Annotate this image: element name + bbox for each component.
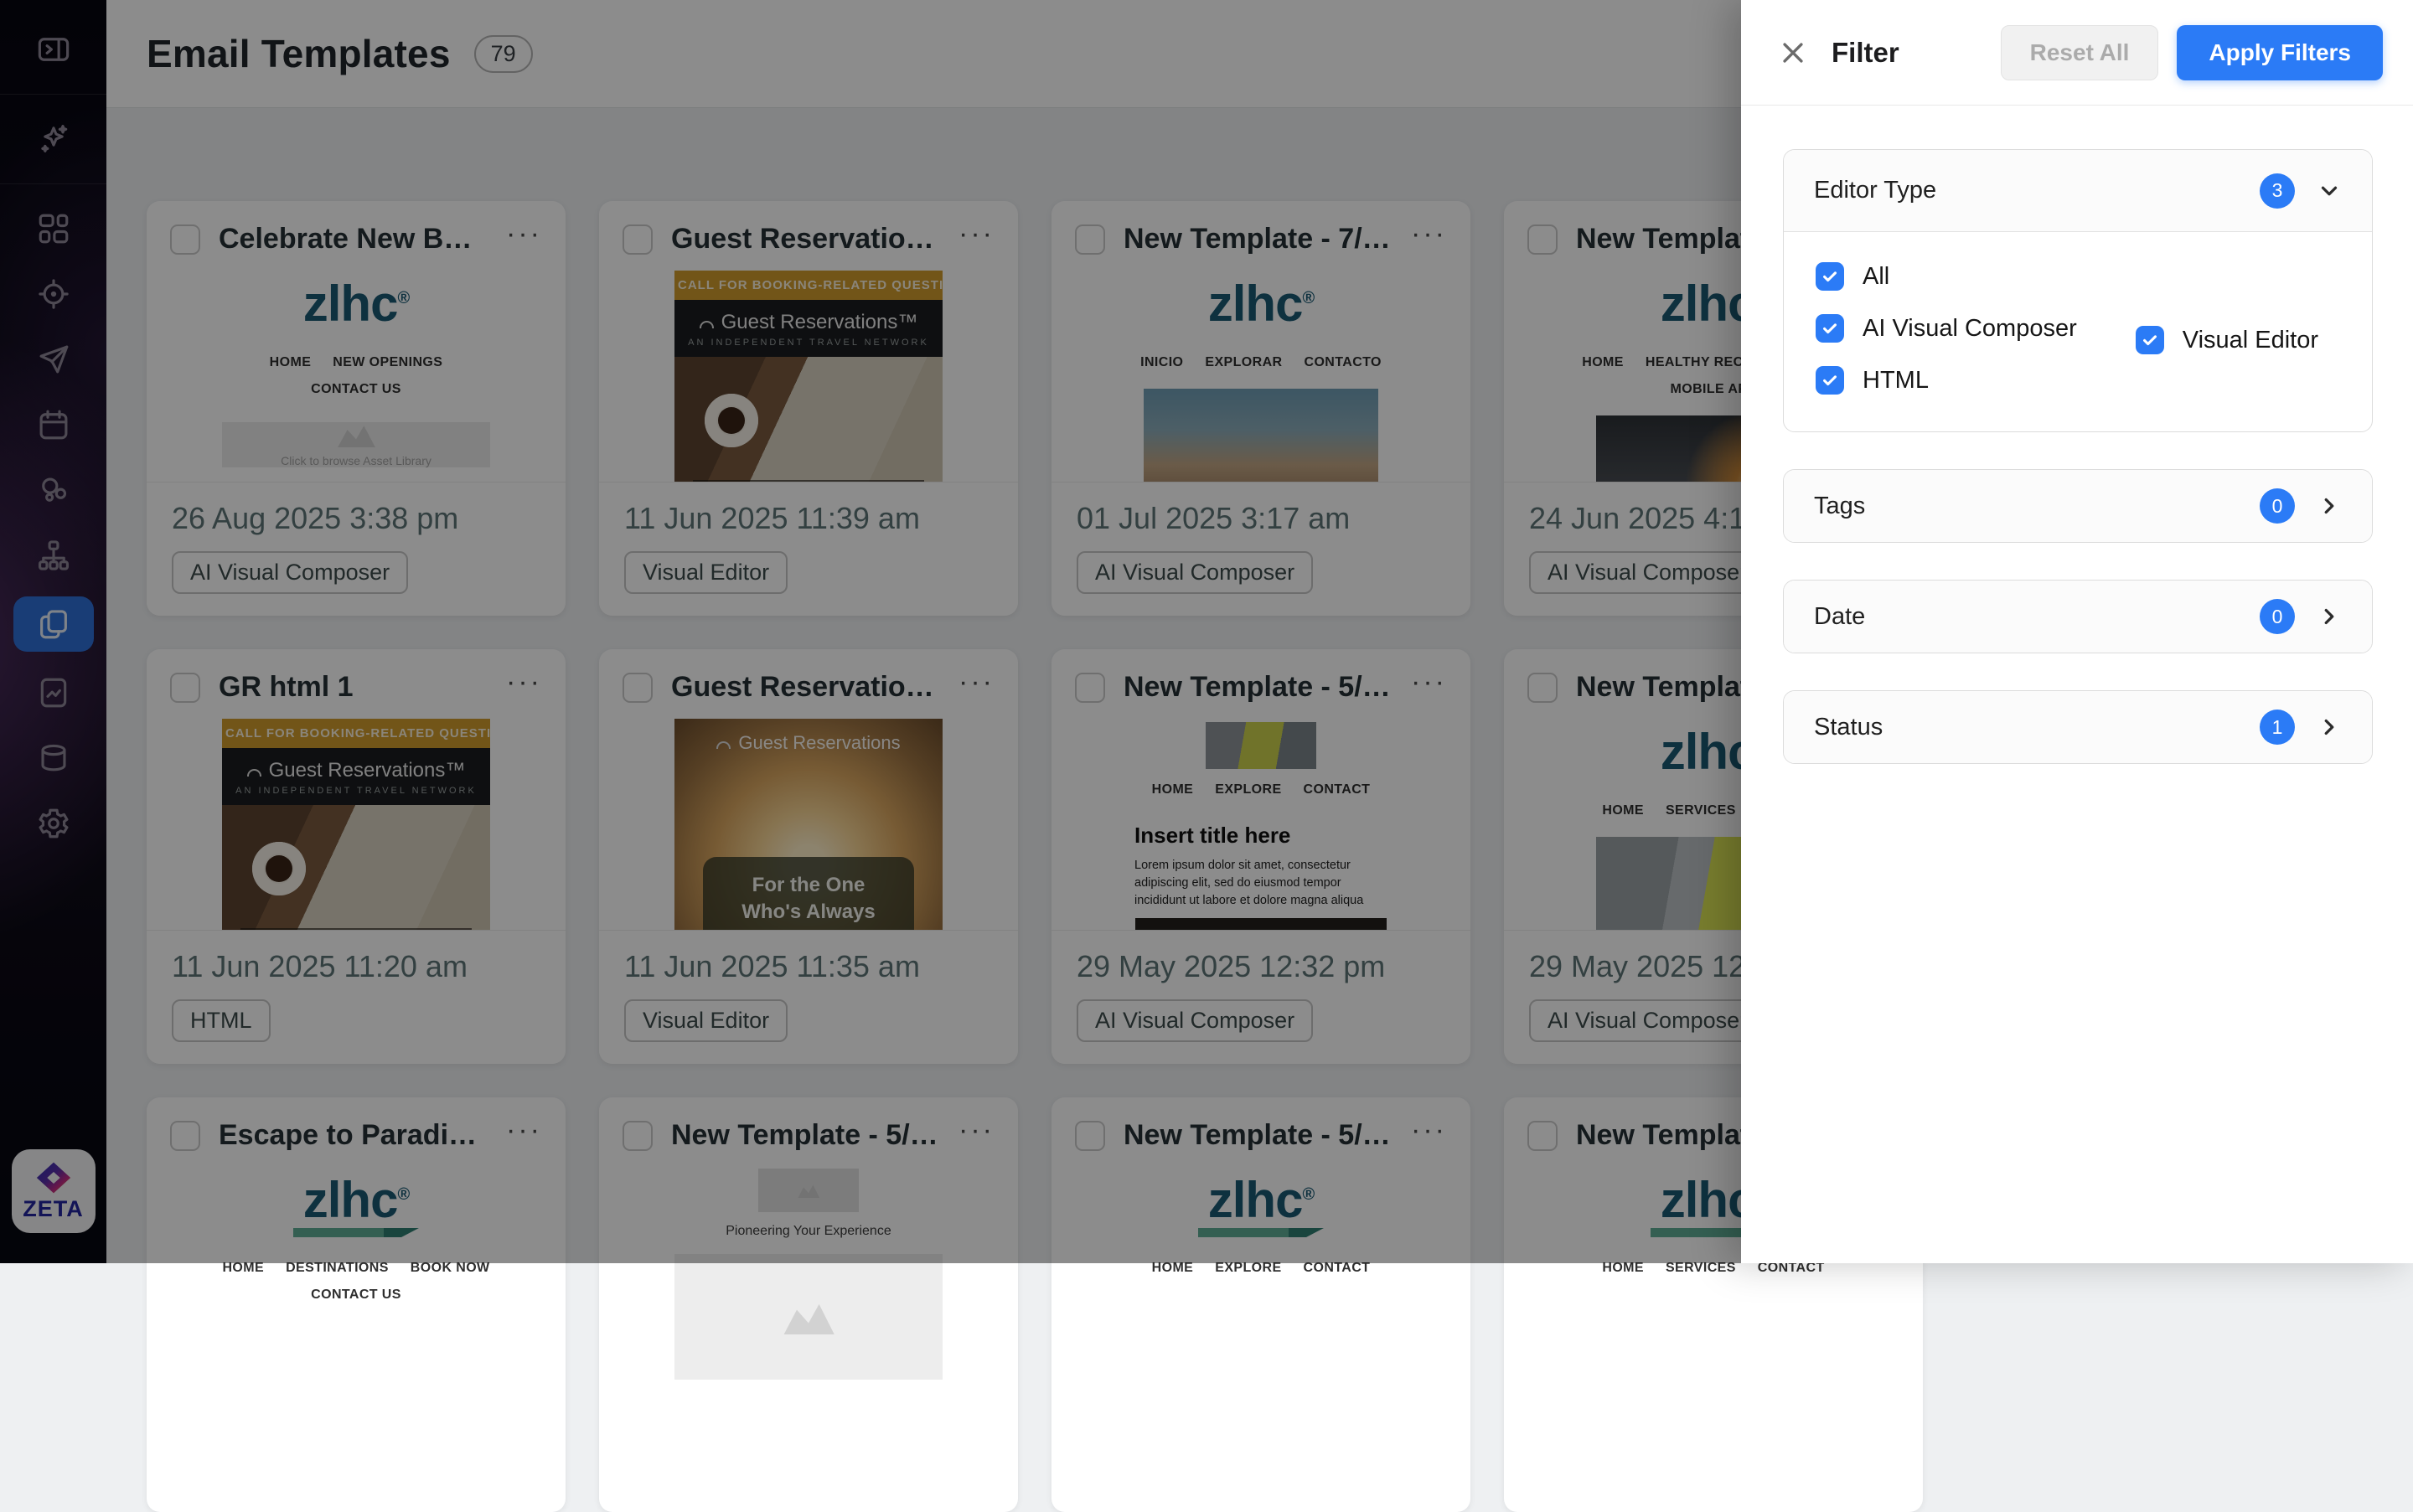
checkbox-checked-icon[interactable] [1816,262,1844,291]
tags-count-badge: 0 [2260,488,2295,524]
editor-type-count-badge: 3 [2260,173,2295,209]
filter-section-editor-type: Editor Type 3 All [1783,149,2373,432]
chevron-right-icon [2317,604,2342,629]
date-section-header[interactable]: Date 0 [1784,581,2372,653]
filter-panel-header: Filter Reset All Apply Filters [1741,0,2413,106]
chevron-right-icon [2317,715,2342,740]
tags-section-header[interactable]: Tags 0 [1784,470,2372,542]
option-visual-editor-label: Visual Editor [2183,327,2318,354]
option-ai-visual-composer[interactable]: AI Visual Composer [1816,314,2077,343]
checkbox-checked-icon[interactable] [1816,314,1844,343]
option-visual-editor[interactable]: Visual Editor [2136,314,2318,366]
option-all[interactable]: All [1816,262,2340,291]
filter-sections: Editor Type 3 All [1741,106,2413,764]
status-count-badge: 1 [2260,710,2295,745]
option-html[interactable]: HTML [1816,366,2340,395]
chevron-down-icon [2317,178,2342,204]
status-label: Status [1814,714,1883,741]
filter-section-tags: Tags 0 [1783,469,2373,543]
status-section-header[interactable]: Status 1 [1784,691,2372,763]
filter-section-date: Date 0 [1783,580,2373,653]
reset-all-button[interactable]: Reset All [2001,25,2159,80]
filter-title: Filter [1832,37,1899,69]
filter-section-status: Status 1 [1783,690,2373,764]
checkbox-checked-icon[interactable] [1816,366,1844,395]
asset-placeholder [674,1254,943,1380]
filter-panel: Filter Reset All Apply Filters Editor Ty… [1741,0,2413,1263]
editor-type-options: All AI Visual Composer Visual Editor [1784,232,2372,431]
editor-type-label: Editor Type [1814,177,1936,204]
date-count-badge: 0 [2260,599,2295,634]
tags-label: Tags [1814,493,1865,520]
close-icon[interactable] [1776,36,1810,70]
email-nav-links: HOMEDESTINATIONSBOOK NOWCONTACT US [218,1261,494,1303]
chevron-right-icon [2317,493,2342,519]
apply-filters-button[interactable]: Apply Filters [2177,25,2383,80]
option-ai-visual-composer-label: AI Visual Composer [1863,315,2077,343]
modal-overlay[interactable] [0,0,1741,1263]
option-html-label: HTML [1863,367,1929,395]
checkbox-checked-icon[interactable] [2136,326,2164,354]
email-nav-link: CONTACT US [311,1288,401,1303]
editor-type-section-header[interactable]: Editor Type 3 [1784,150,2372,232]
date-label: Date [1814,603,1865,631]
option-all-label: All [1863,263,1889,291]
